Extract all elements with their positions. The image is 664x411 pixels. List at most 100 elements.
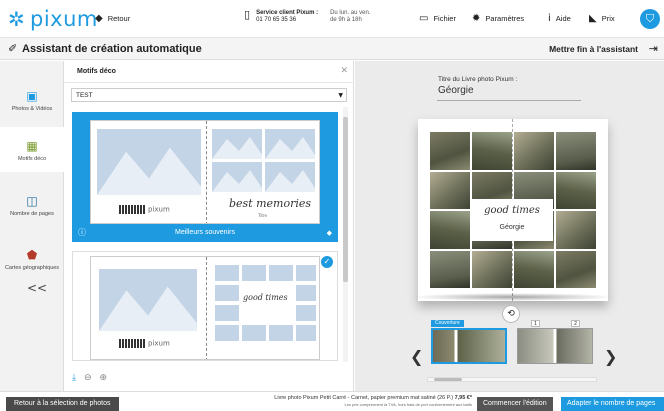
book-cover-preview[interactable]: good times Géorgie	[418, 119, 608, 301]
pixum-logo[interactable]: ✲ pixum	[8, 7, 98, 31]
rotate-book-button[interactable]: ⟲	[502, 305, 520, 323]
cover-photo	[472, 132, 512, 170]
theme-select-value: TEST	[76, 92, 93, 99]
download-icon[interactable]: ⤓	[72, 373, 76, 383]
bottom-bar: Retour à la sélection de photos Livre ph…	[0, 391, 664, 411]
thumbnail-scrollbar[interactable]	[427, 377, 597, 382]
page-number-1: 1	[531, 320, 540, 327]
book-title-label: Titre du Livre photo Pixum :	[438, 76, 518, 83]
mountain-icon	[212, 170, 262, 192]
back-label: Retour	[107, 14, 131, 23]
book-title-input[interactable]: Géorgie	[437, 85, 581, 101]
theme-select[interactable]: TEST ▼	[71, 88, 347, 102]
pages-icon: ◫	[26, 194, 38, 208]
file-menu[interactable]: ▭ Fichier	[419, 13, 456, 24]
design-card-best-memories[interactable]: pixum best memories Titre ⓘ Meilleurs so…	[72, 112, 338, 242]
cover-photo	[556, 132, 596, 170]
sidebar-label-maps: Cartes géographiques	[4, 265, 60, 271]
gear-icon: ✹	[472, 13, 481, 24]
sidebar-label-motifs: Motifs déco	[17, 156, 47, 162]
thumbnail-cover[interactable]: Couverture	[431, 320, 507, 367]
thumbnail-pages-1-2[interactable]: 1 2	[517, 320, 593, 367]
sidebar-item-pages[interactable]: ◫ Nombre de pages	[0, 194, 64, 217]
mountain-icon	[265, 137, 315, 159]
script-title: good times	[243, 293, 288, 302]
photo-placeholder	[215, 285, 239, 301]
top-bar: ✲ pixum ◆ Retour ▯ Service client Pixum …	[0, 0, 664, 38]
script-title: best memories	[229, 197, 312, 210]
zoom-in-icon[interactable]: ⊕	[100, 373, 108, 383]
page-thumbnails: Couverture 1 2	[431, 320, 593, 367]
sidebar-item-motifs[interactable]: ▦ Motifs déco	[0, 127, 64, 172]
thumbnail-image	[431, 328, 507, 364]
sidebar-item-photos[interactable]: ▣ Photos & Vidéos	[0, 89, 64, 112]
info-icon[interactable]: ⓘ	[78, 224, 86, 242]
cart-button[interactable]: ⛉	[640, 9, 660, 29]
photo-placeholder	[265, 162, 315, 192]
photo-placeholder	[296, 265, 316, 281]
panel-toolbar: ⤓ ⊖ ⊕	[72, 373, 107, 383]
design-card-good-times[interactable]: pixum good times ✓	[72, 251, 338, 361]
photo-placeholder	[212, 129, 262, 159]
previous-page-arrow[interactable]: ❮	[410, 347, 423, 366]
cover-script: good times	[484, 205, 540, 216]
photo-placeholder	[215, 265, 239, 281]
collapse-sidebar-button[interactable]: <<	[27, 281, 47, 295]
product-description: Livre photo Pixum Petit Carré - Carnet, …	[274, 395, 454, 401]
book-preview-area: Titre du Livre photo Pixum : Géorgie goo…	[355, 61, 664, 391]
scroll-thumb[interactable]	[343, 117, 348, 282]
cover-photo	[556, 250, 596, 288]
image-icon: ▣	[26, 89, 38, 103]
title-subtext: Titre	[258, 213, 268, 218]
file-label: Fichier	[433, 14, 456, 23]
sidebar-label-photos: Photos & Vidéos	[11, 106, 53, 112]
back-to-photos-button[interactable]: Retour à la sélection de photos	[6, 397, 119, 411]
brand-mark: pixum	[119, 339, 170, 348]
photo-placeholder	[212, 162, 262, 192]
page-number-2: 2	[571, 320, 580, 327]
service-hours-line1: Du lun. au ven.	[330, 10, 371, 16]
photo-placeholder	[296, 285, 316, 301]
panel-scrollbar[interactable]	[343, 107, 348, 362]
sidebar-item-maps[interactable]: ⬟ Cartes géographiques	[0, 248, 64, 271]
back-arrow-icon: ◆	[95, 13, 103, 24]
rotate-icon: ⟲	[507, 309, 515, 319]
photo-placeholder	[215, 305, 239, 321]
brand-text: pixum	[148, 339, 170, 348]
design-card-footer: ⓘ Meilleurs souvenirs ◆	[72, 224, 338, 242]
assistant-title: Assistant de création automatique	[22, 43, 202, 55]
exit-icon[interactable]: ⇥	[649, 42, 658, 55]
photo-placeholder	[215, 325, 239, 341]
cover-photo	[430, 132, 470, 170]
thumbnail-cover-label: Couverture	[431, 320, 464, 327]
help-menu[interactable]: i Aide	[548, 13, 571, 24]
photo-placeholder	[99, 269, 197, 331]
diamond-icon: ◆	[326, 229, 332, 237]
back-button[interactable]: ◆ Retour	[95, 13, 130, 24]
tag-icon: ◣	[589, 13, 597, 24]
price-label: Prix	[601, 14, 615, 23]
photo-placeholder	[265, 129, 315, 159]
service-phone: 01 70 65 35 36	[256, 17, 297, 23]
customer-service: ▯ Service client Pixum : 01 70 65 35 36 …	[244, 9, 371, 24]
assistant-title-bar: ✐ Assistant de création automatique Mett…	[0, 38, 664, 60]
zoom-out-icon[interactable]: ⊖	[84, 373, 92, 383]
next-page-arrow[interactable]: ❯	[604, 347, 617, 366]
adjust-pages-button[interactable]: Adapter le nombre de pages	[561, 397, 664, 411]
panel-header: Motifs déco ✕	[64, 61, 354, 83]
product-price: 7,95 €*	[454, 395, 472, 401]
end-assistant-button[interactable]: Mettre fin à l'assistant	[549, 44, 638, 54]
service-title: Service client Pixum :	[256, 10, 319, 16]
thumbnail-scroll-thumb[interactable]	[434, 378, 462, 381]
close-icon[interactable]: ✕	[340, 66, 348, 76]
settings-menu[interactable]: ✹ Paramètres	[472, 13, 524, 24]
panel-title: Motifs déco	[77, 68, 116, 75]
chevron-down-icon: ▼	[338, 92, 343, 99]
price-menu[interactable]: ◣ Prix	[589, 13, 615, 24]
barcode-icon	[119, 339, 145, 348]
cover-photo	[556, 171, 596, 209]
mountain-icon	[212, 137, 262, 159]
start-editing-button[interactable]: Commencer l'édition	[477, 397, 553, 411]
magic-wand-icon: ✐	[8, 42, 18, 55]
cover-name: Géorgie	[499, 224, 525, 231]
